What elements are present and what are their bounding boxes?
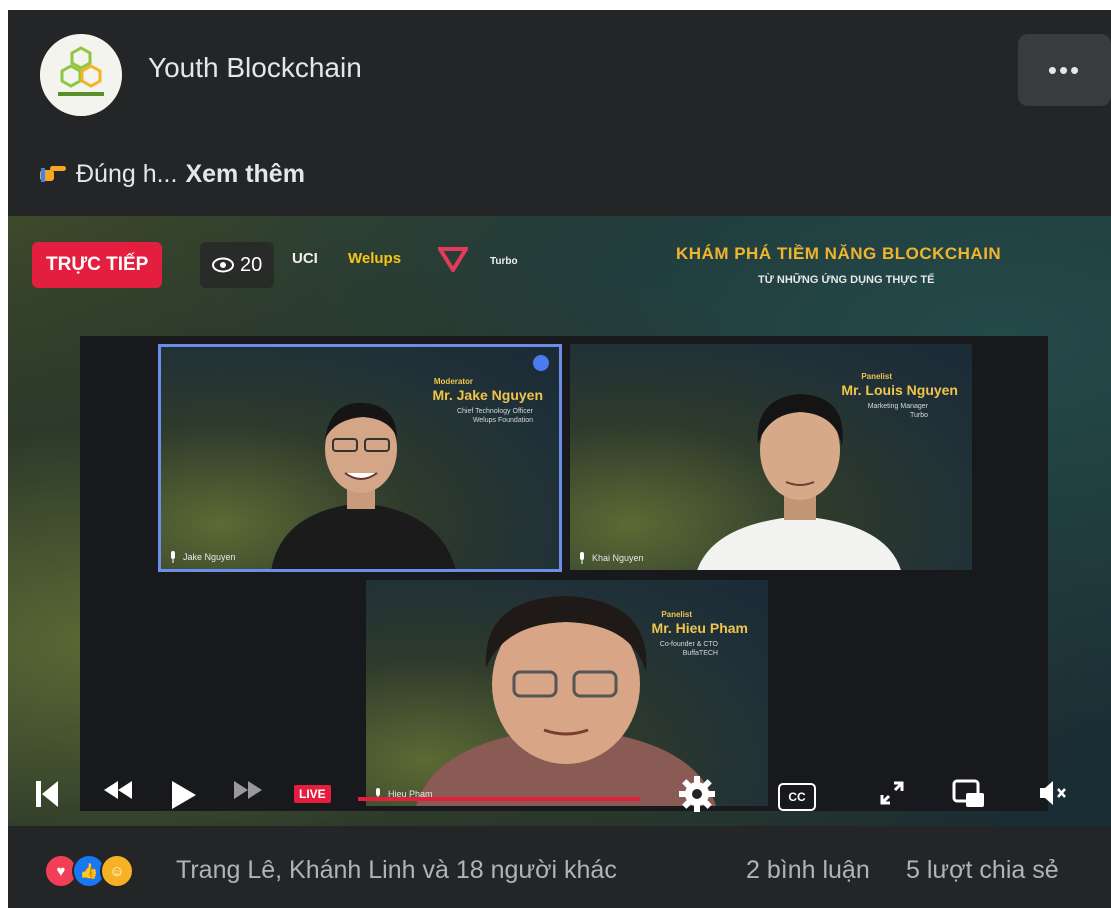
reaction-icons[interactable]: ♥ 👍 ☺ <box>44 854 134 888</box>
speaker-nameplate: Khai Nguyen <box>578 552 644 564</box>
comment-count-link[interactable]: 2 bình luận <box>746 856 870 885</box>
rewind-icon <box>104 781 132 799</box>
progress-bar[interactable] <box>358 797 640 801</box>
play-icon <box>172 781 196 809</box>
live-post-card: Youth Blockchain ••• Đúng h... Xem thêm … <box>8 10 1111 908</box>
skip-back-button[interactable] <box>36 779 58 809</box>
eye-icon <box>212 257 234 273</box>
more-options-button[interactable]: ••• <box>1018 34 1111 106</box>
caption-text: Đúng h... <box>76 160 178 188</box>
picture-in-picture-icon <box>952 779 984 807</box>
care-reaction-icon: ☺ <box>100 854 134 888</box>
video-controls-bar: LIVE CC <box>8 771 1111 826</box>
sponsor-logo-uci: UCI <box>292 250 318 267</box>
viewer-count-badge: 20 <box>200 242 275 288</box>
pointing-hand-icon <box>38 158 68 191</box>
speaker-tile[interactable]: Moderator Mr. Jake Nguyen Chief Technolo… <box>158 344 562 572</box>
fast-forward-icon <box>234 781 262 799</box>
speaker-role: Panelist <box>861 372 892 381</box>
play-button[interactable] <box>170 779 198 811</box>
event-banner-subtitle: TỪ NHỮNG ỨNG DỤNG THỰC TẾ <box>758 274 935 286</box>
live-indicator[interactable]: LIVE <box>294 785 331 803</box>
skip-back-icon <box>36 781 58 807</box>
youth-blockchain-logo <box>40 34 122 116</box>
settings-gear-icon <box>679 776 715 812</box>
mic-icon <box>580 552 584 564</box>
fullscreen-button[interactable] <box>878 779 906 807</box>
event-banner-title: KHÁM PHÁ TIỀM NĂNG BLOCKCHAIN <box>676 244 1002 263</box>
speaker-role: Moderator <box>433 377 473 386</box>
post-caption: Đúng h... Xem thêm <box>38 158 305 191</box>
cc-icon[interactable]: CC <box>778 783 816 811</box>
see-more-link[interactable]: Xem thêm <box>185 160 304 189</box>
live-badge: TRỰC TIẾP <box>32 242 163 288</box>
live-video-player[interactable]: TRỰC TIẾP 20 UCI Welups Turbo KHÁM PHÁ T… <box>8 216 1111 826</box>
speaker-video-person <box>697 394 901 570</box>
share-count-link[interactable]: 5 lượt chia sẻ <box>906 856 1059 885</box>
page-name[interactable]: Youth Blockchain <box>148 52 362 84</box>
fullscreen-icon <box>880 781 904 805</box>
settings-button[interactable] <box>678 775 716 813</box>
picture-in-picture-button[interactable] <box>952 779 986 809</box>
speaker-tile[interactable]: Panelist Mr. Louis Nguyen Marketing Mana… <box>570 344 972 570</box>
speaker-video-person <box>271 402 456 569</box>
rewind-button[interactable] <box>102 779 134 801</box>
speaker-grid: Moderator Mr. Jake Nguyen Chief Technolo… <box>80 336 1048 811</box>
more-icon: ••• <box>1047 54 1082 85</box>
speaker-nameplate: Jake Nguyen <box>169 551 236 563</box>
post-footer: ♥ 👍 ☺ Trang Lê, Khánh Linh và 18 người k… <box>8 826 1111 908</box>
active-speaker-icon <box>533 355 549 371</box>
page-avatar[interactable] <box>40 34 122 116</box>
mute-button[interactable] <box>1038 779 1068 807</box>
fast-forward-button[interactable] <box>232 779 264 801</box>
mic-icon <box>171 551 175 563</box>
mute-icon <box>1040 781 1066 805</box>
sponsor-triangle-logo <box>436 246 470 277</box>
sponsor-logo-welups: Welups <box>348 250 402 267</box>
reaction-names-link[interactable]: Trang Lê, Khánh Linh và 18 người khác <box>176 856 617 885</box>
viewer-count: 20 <box>240 253 263 276</box>
sponsor-logo-turbo: Turbo <box>490 256 518 267</box>
